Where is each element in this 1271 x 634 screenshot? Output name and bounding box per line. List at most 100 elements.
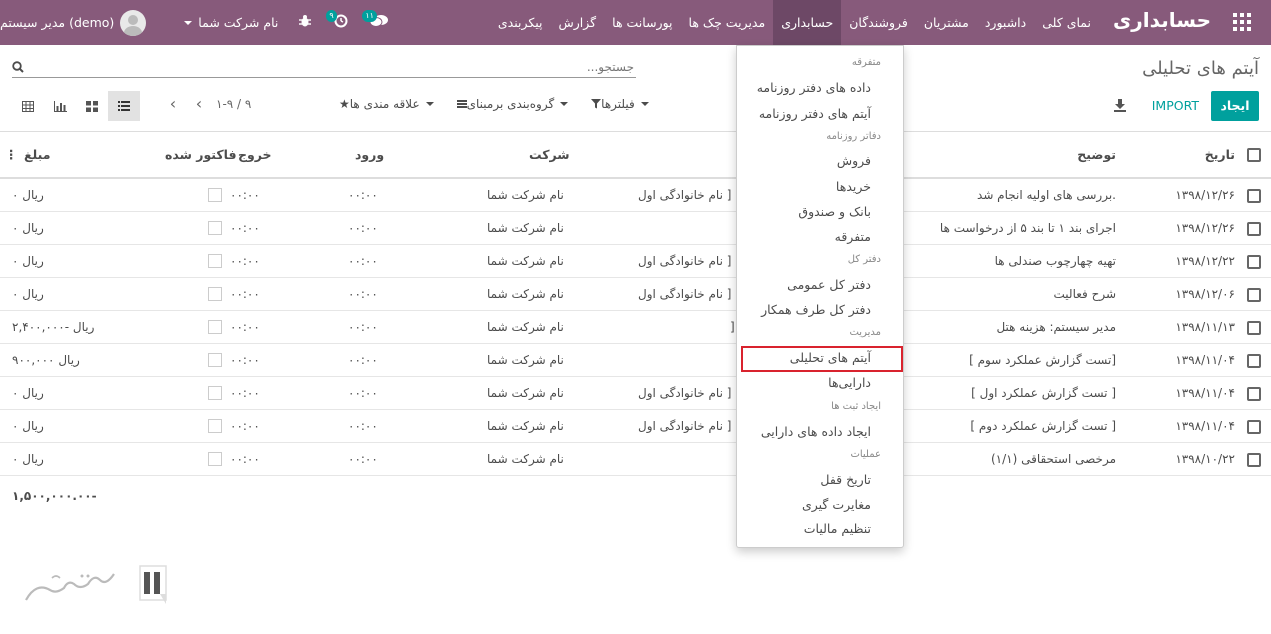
dropdown-journal-data[interactable]: داده های دفتر روزنامه [757,80,871,95]
header-date[interactable]: تاریخ [1205,147,1235,162]
pager-next-icon[interactable]: ‹ [166,96,180,112]
header-invoiced[interactable]: فاکتور شده [165,147,237,162]
row-partner: نام خانوادگی اول ] [638,419,732,433]
row-company: نام شرکت شما [487,452,564,466]
table-row[interactable]: ۱۳۹۸/۱۱/۱۳ مدیر سیستم: هزینه هتل ] نام ش… [0,311,1271,344]
table-row[interactable]: ۱۳۹۸/۱۱/۰۴ [ تست گزارش عملکرد سوم] نام ش… [0,344,1271,377]
menu-reporting[interactable]: گزارش [551,0,605,45]
row-checkbox[interactable] [1247,321,1261,335]
row-description: [ تست گزارش عملکرد اول ] [971,386,1116,400]
menu-vendors[interactable]: فروشندگان [841,0,916,45]
menu-check-management[interactable]: مدیریت چک ها [681,0,774,45]
chevron-down-icon [425,102,434,106]
table-row[interactable]: ۱۳۹۸/۱۰/۲۲ مرخصی استحقاقی (۱/۱) نام شرکت… [0,443,1271,476]
create-button[interactable]: ایجاد [1211,91,1259,121]
header-input[interactable]: ورود [355,147,384,162]
invoiced-checkbox [208,452,222,466]
messages-icon[interactable]: ۱۱ [362,9,390,32]
invoiced-checkbox [208,419,222,433]
row-amount: ۰ ریال [12,188,44,202]
row-input: ۰۰:۰۰ [348,386,378,400]
row-checkbox[interactable] [1247,387,1261,401]
row-date: ۱۳۹۸/۱۱/۰۴ [1175,386,1235,400]
apps-grid-icon[interactable] [1233,13,1251,31]
import-button[interactable]: IMPORT [1152,91,1199,121]
table-row[interactable]: ۱۳۹۸/۱۱/۰۴ [ تست گزارش عملکرد دوم ] نام … [0,410,1271,443]
table-row[interactable]: ۱۳۹۸/۱۲/۲۶ بررسی های اولیه انجام شد. نام… [0,179,1271,212]
row-checkbox[interactable] [1247,453,1261,467]
systray: مدیر سیستم (demo) نام شرکت شما ۹ ۱۱ [0,0,390,45]
groupby-button[interactable]: گروه‌بندی برمبنای [454,97,575,111]
company-switcher[interactable]: نام شرکت شما [178,15,278,30]
dropdown-bank-cash[interactable]: بانک و صندوق [798,204,871,219]
dropdown-assets[interactable]: دارایی‌ها [828,375,871,390]
row-description: اجرای بند ۱ تا بند ۵ از درخواست ها [939,221,1116,235]
debug-icon[interactable] [296,14,314,32]
dropdown-header-create-entries: ایجاد ثبت ها [831,401,881,412]
table-row[interactable]: ۱۳۹۸/۱۲/۲۲ تهیه چهارچوب صندلی ها نام خان… [0,245,1271,278]
row-checkbox[interactable] [1247,354,1261,368]
dropdown-reconciliation[interactable]: مغایرت گیری [802,497,871,512]
download-icon[interactable] [1113,98,1127,112]
search-options: فیلترها گروه‌بندی برمبنای ★ علاقه مندی ه… [322,97,655,111]
row-amount: ۰ ریال [12,287,44,301]
dropdown-tax-settings[interactable]: تنظیم مالیات [804,521,871,536]
row-checkbox[interactable] [1247,222,1261,236]
table-row[interactable]: ۱۳۹۸/۱۱/۰۴ [ تست گزارش عملکرد اول ] نام … [0,377,1271,410]
select-all-checkbox[interactable] [1247,148,1261,162]
pivot-view-icon[interactable] [12,91,44,121]
dropdown-header-ledger: دفتر کل [847,254,881,265]
pager-previous-icon[interactable]: ‹ [192,96,206,112]
row-output: ۰۰:۰۰ [230,353,260,367]
column-options-icon[interactable]: ⋮ [5,147,18,162]
list-bars-icon [456,100,467,108]
kanban-view-icon[interactable] [76,91,108,121]
dropdown-general-ledger[interactable]: دفتر کل عمومی [787,277,871,292]
header-description[interactable]: توضیح [1077,147,1116,162]
favorites-button[interactable]: ★ علاقه مندی ها [336,97,440,111]
menu-commissions[interactable]: پورسانت ها [604,0,680,45]
watermark-logo [25,565,167,604]
menu-dashboard[interactable]: داشبورد [977,0,1034,45]
dropdown-header-management: مدیریت [849,327,881,338]
menu-customers[interactable]: مشتریان [916,0,977,45]
row-date: ۱۳۹۸/۱۲/۲۶ [1175,221,1235,235]
dropdown-lock-date[interactable]: تاریخ قفل [820,472,871,487]
table-row[interactable]: ۱۳۹۸/۱۲/۰۶ شرح فعالیت نام خانوادگی اول ]… [0,278,1271,311]
dropdown-analytic-items[interactable]: آیتم های تحلیلی [790,350,871,365]
header-company[interactable]: شرکت [529,147,570,162]
dropdown-misc[interactable]: متفرقه [835,229,871,244]
row-date: ۱۳۹۸/۱۲/۰۶ [1175,287,1235,301]
search-icon[interactable] [12,61,24,73]
row-company: نام شرکت شما [487,254,564,268]
row-description: مدیر سیستم: هزینه هتل [996,320,1116,334]
search-input[interactable] [34,58,634,76]
menu-overview[interactable]: نمای کلی [1034,0,1099,45]
row-checkbox[interactable] [1247,420,1261,434]
row-input: ۰۰:۰۰ [348,254,378,268]
dropdown-create-asset-data[interactable]: ایجاد داده های دارایی [761,424,871,439]
menu-configuration[interactable]: پیکربندی [490,0,551,45]
activity-clock-icon[interactable]: ۹ [326,9,350,32]
page-title: آیتم های تحلیلی [1142,58,1259,79]
header-amount[interactable]: مبلغ [24,147,50,162]
row-checkbox[interactable] [1247,288,1261,302]
filters-button[interactable]: فیلترها [588,97,655,111]
dropdown-sales[interactable]: فروش [837,153,871,168]
row-checkbox[interactable] [1247,255,1261,269]
dropdown-purchases[interactable]: خریدها [836,179,871,194]
table-row[interactable]: ۱۳۹۸/۱۲/۲۶ اجرای بند ۱ تا بند ۵ از درخوا… [0,212,1271,245]
pager-value[interactable]: ۱-۹ / ۹ [216,97,251,111]
invoiced-checkbox [208,386,222,400]
menu-accounting[interactable]: حسابداری [773,0,842,45]
header-output[interactable]: خروج [238,147,272,162]
row-checkbox[interactable] [1247,189,1261,203]
invoiced-checkbox [208,254,222,268]
graph-view-icon[interactable] [44,91,76,121]
dropdown-journal-items[interactable]: آیتم های دفتر روزنامه [759,106,871,121]
dropdown-partner-ledger[interactable]: دفتر کل طرف همکار [761,302,871,317]
list-view-icon[interactable] [108,91,140,121]
row-output: ۰۰:۰۰ [230,287,260,301]
row-company: نام شرکت شما [487,419,564,433]
user-menu[interactable]: مدیر سیستم (demo) [0,9,152,36]
